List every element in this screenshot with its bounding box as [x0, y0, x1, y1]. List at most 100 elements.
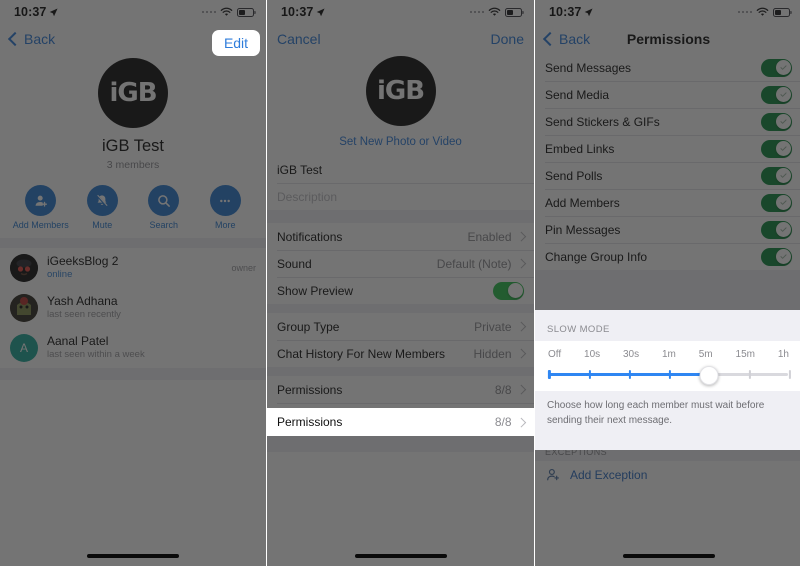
- permission-toggle[interactable]: [761, 112, 792, 131]
- permission-row[interactable]: Embed Links: [535, 135, 800, 162]
- row-label: Permissions: [277, 415, 343, 429]
- nav-bar: Cancel Done: [267, 24, 534, 54]
- member-role-badge: owner: [231, 263, 256, 273]
- set-new-photo-link[interactable]: Set New Photo or Video: [267, 136, 534, 148]
- group-avatar-text: iGB: [109, 78, 157, 108]
- slider-tick: [748, 369, 751, 379]
- slow-mode-footer: Choose how long each member must wait be…: [547, 400, 765, 426]
- permission-row[interactable]: Send Stickers & GIFs: [535, 108, 800, 135]
- member-status: last seen within a week: [47, 349, 145, 361]
- wifi-icon: [220, 7, 233, 16]
- check-icon: [779, 254, 787, 259]
- action-mute[interactable]: Mute: [74, 185, 130, 230]
- row-label: Embed Links: [545, 141, 615, 156]
- permission-toggle[interactable]: [761, 166, 792, 185]
- row-sound[interactable]: Sound Default (Note): [267, 250, 534, 277]
- group-avatar[interactable]: iGB: [365, 56, 436, 126]
- row-show-preview[interactable]: Show Preview: [267, 277, 534, 304]
- permission-toggle[interactable]: [761, 247, 792, 266]
- slow-mode-option[interactable]: 10s: [584, 349, 600, 360]
- permission-row[interactable]: Send Media: [535, 81, 800, 108]
- status-bar-indicators: [737, 7, 792, 17]
- permission-row[interactable]: Pin Messages: [535, 216, 800, 243]
- permission-toggle[interactable]: [761, 220, 792, 239]
- done-button[interactable]: Done: [491, 31, 524, 47]
- home-indicator: [622, 554, 715, 558]
- row-chat-history[interactable]: Chat History For New Members Hidden: [267, 340, 534, 367]
- permission-toggle[interactable]: [761, 85, 792, 104]
- action-label: More: [214, 220, 236, 230]
- check-icon: [779, 92, 787, 97]
- slow-mode-tick-labels: Off 10s 30s 1m 5m 15m 1h: [547, 349, 790, 367]
- check-icon: [779, 119, 787, 124]
- avatar: [10, 294, 38, 322]
- slider-thumb[interactable]: [699, 366, 719, 385]
- row-permissions-base[interactable]: Permissions 8/8: [267, 376, 534, 403]
- panel1-content: 10:37 Back iGB iGB Test 3 members Add Me…: [0, 0, 266, 566]
- slow-mode-option[interactable]: 1h: [778, 349, 789, 360]
- edit-button[interactable]: Edit: [212, 30, 260, 56]
- slow-mode-option[interactable]: 30s: [623, 349, 639, 360]
- permission-row[interactable]: Add Members: [535, 189, 800, 216]
- panel-edit-group: 10:37 Cancel Done iGB Set New Photo or V…: [267, 0, 534, 566]
- slow-mode-option[interactable]: 1m: [662, 349, 676, 360]
- show-preview-toggle[interactable]: [493, 281, 524, 300]
- row-label: Send Polls: [545, 168, 603, 183]
- back-button[interactable]: Back: [7, 31, 55, 47]
- chevron-right-icon: [516, 348, 526, 359]
- row-label: Group Type: [277, 319, 340, 334]
- member-name: iGeeksBlog 2: [47, 254, 119, 269]
- group-name-fields: iGB Test Description: [267, 156, 534, 210]
- permission-row[interactable]: Send Messages: [535, 54, 800, 81]
- permission-toggle[interactable]: [761, 58, 792, 77]
- row-value: 8/8: [494, 415, 512, 429]
- slow-mode-option[interactable]: Off: [548, 349, 561, 360]
- check-icon: [779, 65, 787, 70]
- permissions-row-highlight[interactable]: Permissions 8/8: [267, 408, 534, 436]
- list-item-text: Yash Adhana last seen recently: [47, 294, 247, 321]
- action-label: Search: [149, 220, 179, 230]
- member-status: online: [47, 269, 73, 281]
- slider-tick: [588, 369, 591, 379]
- nav-bar: Back Permissions: [535, 24, 800, 54]
- group-header: iGB iGB Test 3 members: [0, 54, 266, 171]
- permission-row[interactable]: Change Group Info: [535, 243, 800, 270]
- status-bar: 10:37: [267, 0, 534, 24]
- slow-mode-option[interactable]: 15m: [736, 349, 755, 360]
- group-avatar-text: iGB: [376, 76, 425, 106]
- action-search[interactable]: Search: [136, 185, 192, 230]
- add-exception-label: Add Exception: [570, 467, 648, 482]
- location-arrow-icon: [317, 7, 326, 16]
- panel2-content: 10:37 Cancel Done iGB Set New Photo or V…: [267, 0, 534, 566]
- member-status: last seen recently: [47, 309, 121, 321]
- group-name-input[interactable]: iGB Test: [267, 156, 534, 183]
- signal-dots-icon: [737, 10, 752, 14]
- status-time: 10:37: [14, 5, 47, 19]
- signal-dots-icon: [469, 10, 484, 14]
- action-more[interactable]: More: [197, 185, 253, 230]
- row-group-type[interactable]: Group Type Private: [267, 313, 534, 340]
- list-item[interactable]: A Aanal Patel last seen within a week: [0, 328, 266, 368]
- slow-mode-option[interactable]: 5m: [699, 349, 713, 360]
- status-bar-indicators: [469, 7, 524, 17]
- action-add-members[interactable]: Add Members: [13, 185, 69, 230]
- cancel-button[interactable]: Cancel: [277, 31, 321, 47]
- group-name: iGB Test: [101, 137, 165, 155]
- group-description-input[interactable]: Description: [267, 183, 534, 210]
- chevron-right-icon: [516, 417, 526, 427]
- row-notifications[interactable]: Notifications Enabled: [267, 223, 534, 250]
- home-indicator: [354, 554, 447, 558]
- page-title: Permissions: [626, 31, 711, 47]
- chevron-right-icon: [516, 231, 526, 242]
- row-label: Send Media: [545, 87, 610, 102]
- add-exception-row[interactable]: Add Exception: [535, 461, 800, 488]
- permission-toggle[interactable]: [761, 193, 792, 212]
- permission-toggle[interactable]: [761, 139, 792, 158]
- list-item[interactable]: Yash Adhana last seen recently: [0, 288, 266, 328]
- slow-mode-slider[interactable]: [547, 366, 792, 385]
- group-name-value: iGB Test: [277, 162, 323, 177]
- list-item[interactable]: iGeeksBlog 2 online owner: [0, 248, 266, 288]
- group-avatar[interactable]: iGB: [98, 58, 168, 128]
- group-description-placeholder: Description: [277, 189, 338, 204]
- permission-row[interactable]: Send Polls: [535, 162, 800, 189]
